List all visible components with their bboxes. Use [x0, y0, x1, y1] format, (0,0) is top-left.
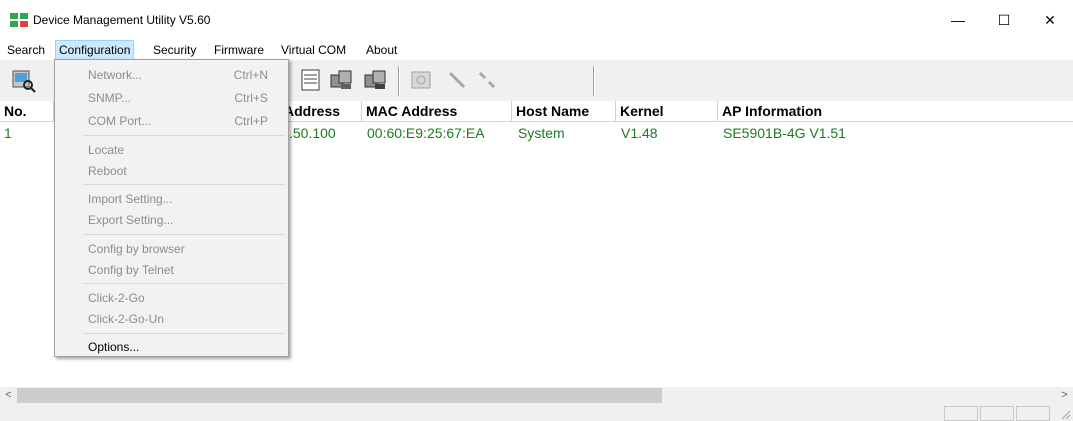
configuration-menu: Network... Ctrl+N SNMP... Ctrl+S COM Port.… — [54, 59, 289, 357]
toolbar-separator — [593, 66, 595, 96]
menu-search[interactable]: Search — [4, 41, 48, 59]
cell-no: 1 — [4, 125, 12, 141]
cell-mac-address: 00:60:E9:25:67:EA — [367, 125, 485, 141]
toolbar-separator — [398, 66, 400, 96]
menu-item-config-by-browser[interactable]: Config by browser — [55, 238, 288, 260]
menu-separator — [83, 333, 285, 334]
menu-item-snmp[interactable]: SNMP... Ctrl+S — [55, 87, 288, 109]
close-button[interactable]: ✕ — [1027, 0, 1073, 40]
menu-item-reboot[interactable]: Reboot — [55, 160, 288, 182]
col-header-no[interactable]: No. — [0, 101, 54, 122]
menu-security[interactable]: Security — [150, 41, 199, 59]
cell-host-name: System — [518, 125, 565, 141]
resize-grip-icon[interactable] — [1058, 407, 1071, 420]
col-header-kernel[interactable]: Kernel — [616, 101, 718, 122]
menu-item-export-setting[interactable]: Export Setting... — [55, 209, 288, 231]
device-export-icon[interactable] — [362, 67, 388, 93]
device-import-icon[interactable] — [328, 67, 354, 93]
menu-item-locate[interactable]: Locate — [55, 139, 288, 161]
menu-configuration[interactable]: Configuration — [55, 40, 135, 60]
title-bar: Device Management Utility V5.60 — ☐ ✕ — [0, 0, 1073, 40]
maximize-button[interactable]: ☐ — [981, 0, 1027, 40]
menu-item-com-port[interactable]: COM Port... Ctrl+P — [55, 110, 288, 132]
scroll-right-arrow[interactable]: > — [1056, 387, 1073, 404]
cell-kernel: V1.48 — [621, 125, 658, 141]
status-panel — [944, 406, 978, 421]
menu-separator — [83, 135, 285, 136]
menu-bar: Search Configuration Security Firmware V… — [0, 40, 1073, 60]
menu-separator — [83, 184, 285, 185]
app-logo-icon — [10, 13, 28, 27]
unlink-icon[interactable] — [474, 67, 500, 93]
status-panel — [1016, 406, 1050, 421]
locate-icon[interactable] — [408, 67, 434, 93]
cell-ap-information: SE5901B-4G V1.51 — [723, 125, 846, 141]
status-bar — [0, 404, 1073, 421]
col-header-mac-address[interactable]: MAC Address — [362, 101, 512, 122]
menu-item-options[interactable]: Options... — [55, 336, 288, 358]
search-device-icon[interactable] — [10, 67, 36, 93]
menu-about[interactable]: About — [363, 41, 400, 59]
cell-ip-address: .50.100 — [289, 125, 336, 141]
scroll-left-arrow[interactable]: < — [0, 387, 17, 404]
link-icon[interactable] — [444, 67, 470, 93]
horizontal-scrollbar[interactable]: < > — [0, 387, 1073, 404]
scroll-thumb[interactable] — [17, 388, 662, 403]
menu-item-click-2-go-un[interactable]: Click-2-Go-Un — [55, 308, 288, 330]
menu-item-config-by-telnet[interactable]: Config by Telnet — [55, 259, 288, 281]
col-header-ip-address[interactable]: Address — [284, 101, 362, 122]
menu-item-import-setting[interactable]: Import Setting... — [55, 188, 288, 210]
col-header-host-name[interactable]: Host Name — [512, 101, 616, 122]
status-panel — [980, 406, 1014, 421]
menu-item-click-2-go[interactable]: Click-2-Go — [55, 287, 288, 309]
menu-separator — [83, 283, 285, 284]
menu-virtual-com[interactable]: Virtual COM — [278, 41, 349, 59]
config-table-icon[interactable] — [298, 67, 324, 93]
col-header-ap-information[interactable]: AP Information — [718, 101, 1073, 122]
menu-separator — [83, 234, 285, 235]
window-title: Device Management Utility V5.60 — [33, 13, 211, 27]
minimize-button[interactable]: — — [935, 0, 981, 40]
menu-item-network[interactable]: Network... Ctrl+N — [55, 64, 288, 86]
menu-firmware[interactable]: Firmware — [211, 41, 267, 59]
